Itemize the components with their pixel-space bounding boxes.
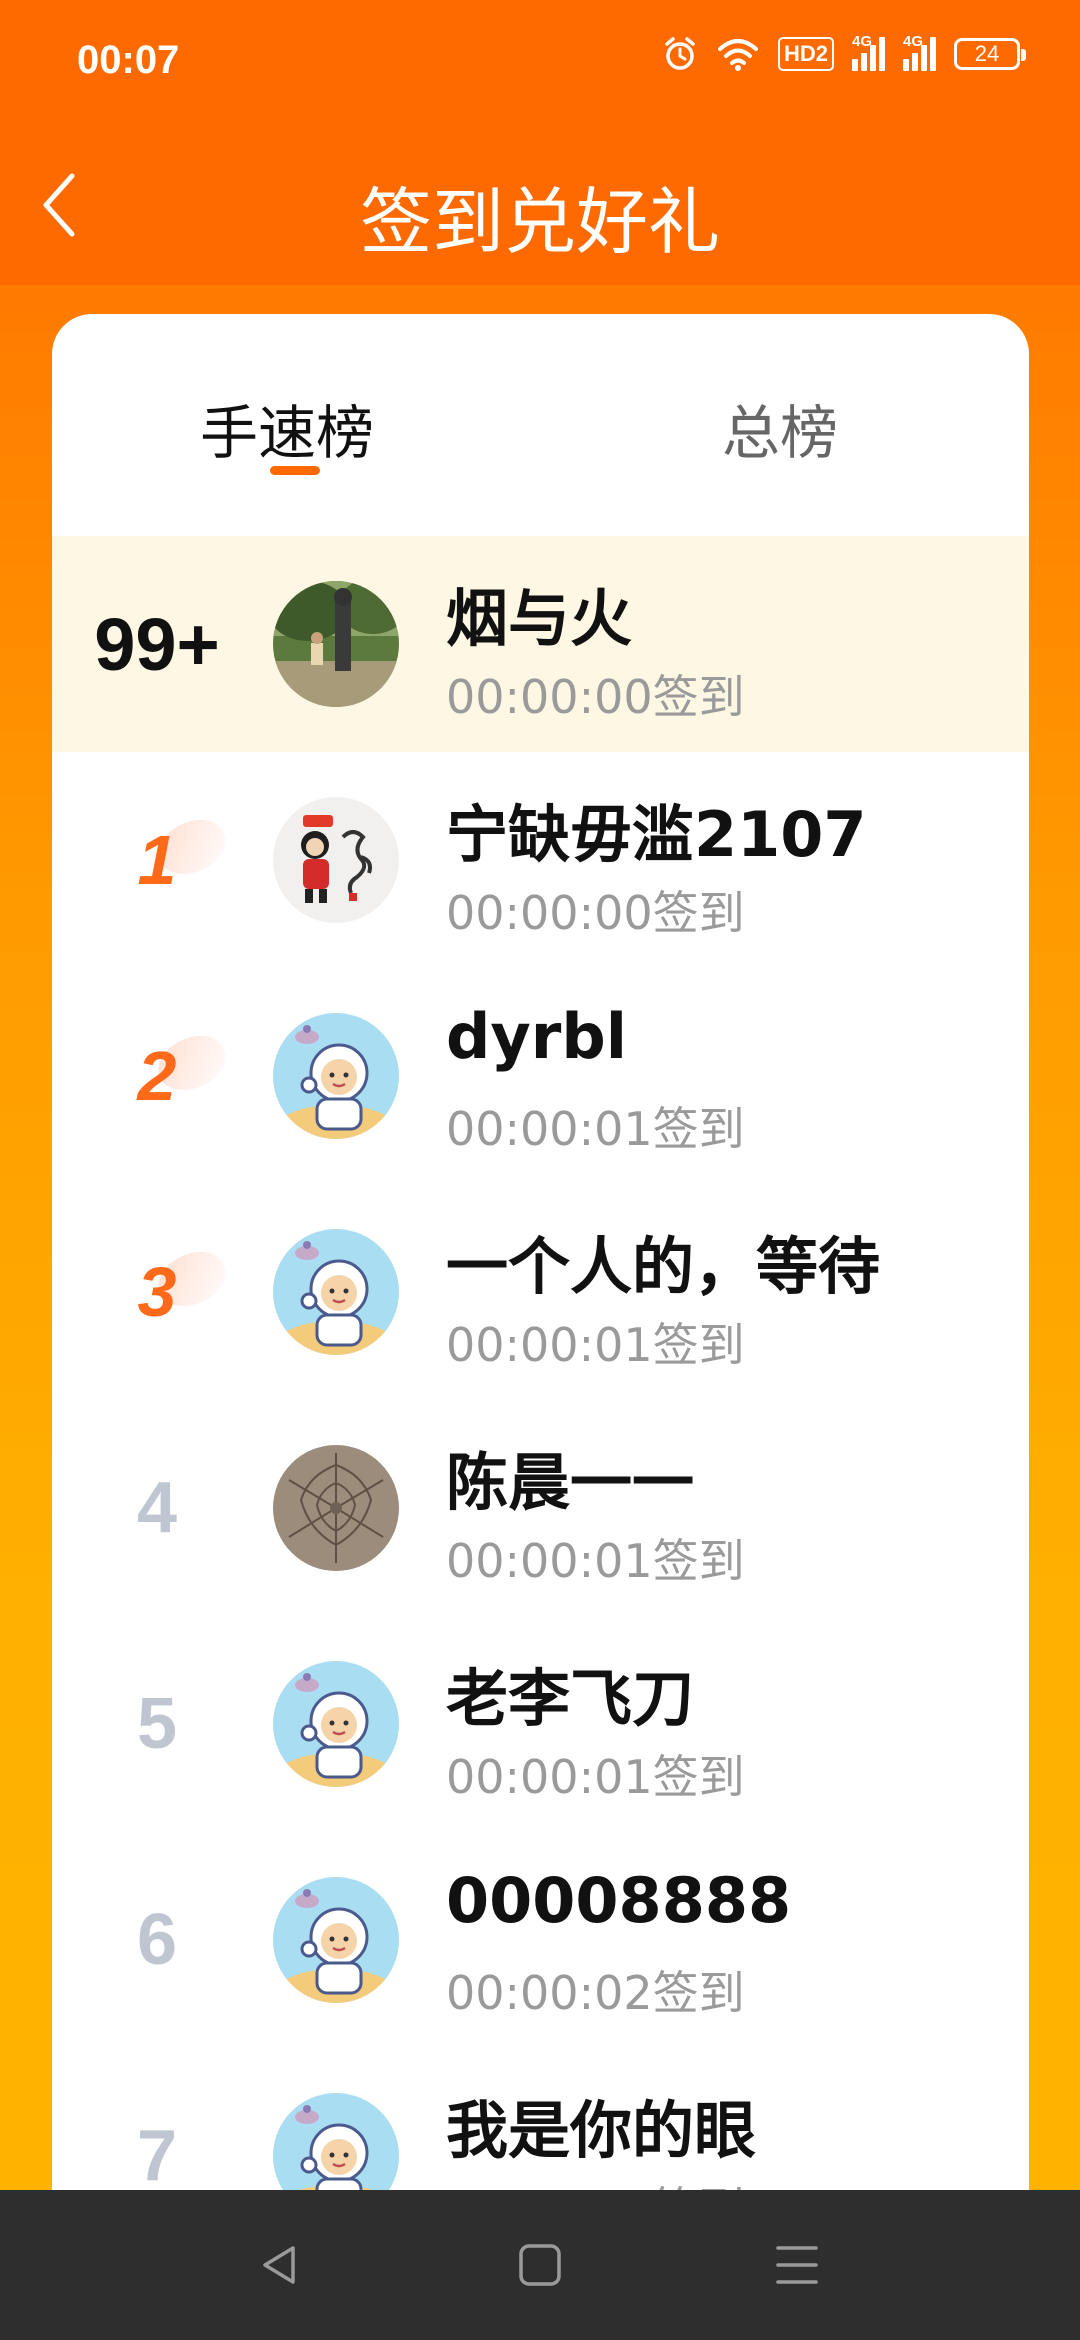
wifi-icon	[717, 39, 758, 71]
user-name: 烟与火	[446, 582, 633, 655]
signal-icon-2: 4G	[903, 33, 936, 71]
user-name: 宁缺毋滥2107	[446, 798, 867, 871]
battery-level: 24	[974, 41, 1000, 66]
user-name: 陈晨一一	[446, 1446, 695, 1519]
rank-number: 6	[136, 1900, 178, 1980]
page-title: 签到兑好礼	[359, 180, 720, 264]
rank-number: 7	[136, 2116, 178, 2196]
sign-time: 00:00:01签到	[446, 1102, 745, 1156]
nav-home-button[interactable]	[505, 2230, 575, 2300]
rank-row[interactable]: 4 陈晨一一 00:00:01签到	[52, 1400, 1029, 1616]
tab-total-ranking[interactable]: 总榜	[722, 386, 838, 470]
rank-cell: 5	[52, 1616, 262, 1832]
user-name: 老李飞刀	[446, 1662, 695, 1735]
rank-cell: 4	[52, 1400, 262, 1616]
rank-row[interactable]: 1 宁缺毋滥2107 00:00:00签到	[52, 752, 1029, 968]
tab-bar: 手速榜 总榜	[52, 314, 1029, 536]
rank-cell: 6	[52, 1832, 262, 2048]
avatar[interactable]	[273, 1013, 399, 1139]
status-time: 00:07	[77, 38, 180, 82]
rank-number: 99+	[94, 602, 220, 686]
rank-cell: 1	[52, 752, 262, 968]
rank-row[interactable]: 2 dyrbl 00:00:01签到	[52, 968, 1029, 1184]
leaderboard-card: 手速榜 总榜 99+ 烟与火 00:00:00签到 1 宁缺毋滥2107 00:…	[52, 314, 1029, 2214]
rank-number: 4	[136, 1468, 178, 1548]
rank-number: 1	[137, 821, 177, 899]
sign-time: 00:00:00签到	[446, 670, 745, 724]
avatar[interactable]	[273, 581, 399, 707]
sign-time: 00:00:00签到	[446, 886, 745, 940]
my-rank-row[interactable]: 99+ 烟与火 00:00:00签到	[52, 536, 1029, 752]
battery-icon: 24	[954, 38, 1026, 70]
avatar[interactable]	[273, 1661, 399, 1787]
rank-number: 5	[136, 1684, 178, 1764]
avatar[interactable]	[273, 1877, 399, 2003]
sign-time: 00:00:02签到	[446, 1966, 745, 2020]
sign-time: 00:00:01签到	[446, 1318, 745, 1372]
hd-voice-badge: HD2	[777, 37, 834, 71]
user-name: 我是你的眼	[446, 2094, 757, 2167]
back-triangle-icon	[263, 2246, 295, 2284]
rank-cell: 99+	[52, 536, 262, 752]
avatar[interactable]	[273, 1445, 399, 1571]
header: 签到兑好礼	[0, 125, 1080, 285]
sign-time: 00:00:01签到	[446, 1534, 745, 1588]
rank-cell: 2	[52, 968, 262, 1184]
tab-speed-ranking[interactable]: 手速榜	[200, 386, 374, 470]
rank-number: 2	[137, 1037, 177, 1115]
status-bar: 00:07 HD2 4G 4G 24	[0, 0, 1080, 125]
rank-row[interactable]: 6 00008888 00:00:02签到	[52, 1832, 1029, 2048]
user-name: 一个人的，等待	[446, 1230, 881, 1303]
sign-time: 00:00:01签到	[446, 1750, 745, 1804]
nav-back-button[interactable]	[245, 2230, 315, 2300]
avatar[interactable]	[273, 1229, 399, 1355]
system-nav-bar	[0, 2190, 1080, 2340]
status-icons: HD2 4G 4G 24	[662, 33, 1026, 72]
nav-menu-button[interactable]	[762, 2230, 832, 2300]
menu-lines-icon	[776, 2246, 818, 2284]
ranking-list: 99+ 烟与火 00:00:00签到 1 宁缺毋滥2107 00:00:00签到…	[52, 536, 1029, 2214]
rank-number: 3	[137, 1253, 177, 1331]
signal-icon: 4G	[852, 33, 885, 71]
rank-row[interactable]: 3 一个人的，等待 00:00:01签到	[52, 1184, 1029, 1400]
avatar[interactable]	[273, 797, 399, 923]
alarm-icon	[665, 37, 695, 70]
tab-indicator	[270, 466, 320, 475]
home-square-icon	[519, 2244, 561, 2286]
user-name: dyrbl	[446, 1000, 628, 1073]
user-name: 00008888	[446, 1864, 792, 1937]
rank-row[interactable]: 5 老李飞刀 00:00:01签到	[52, 1616, 1029, 1832]
rank-cell: 3	[52, 1184, 262, 1400]
